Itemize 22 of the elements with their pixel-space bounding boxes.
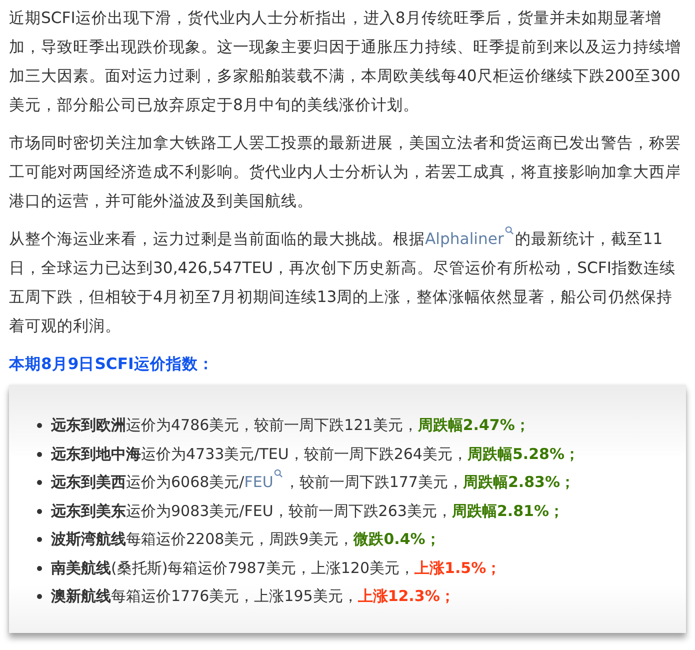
keyword-link[interactable]: FEU (244, 473, 274, 491)
paragraph: 从整个海运业来看，运力过剩是当前面临的最大挑战。根据Alphaliner 的最新统计，截至11日，全球运力已达到30,426,547TEU，再次创下历史新高。尽管运价有所松动，SCFI指数连续五周下跌，但相较于4月初至7月初期间连续13周的上涨，整体涨幅依然显著，船公司仍然保持着可观的利润。 (9, 225, 686, 341)
bullet-icon (37, 566, 42, 570)
bullet-icon (37, 537, 42, 542)
bullet-icon (37, 423, 42, 428)
route-rate-text: 澳新航线每箱运价1776美元，上涨195美元，上涨12.3%； (51, 586, 455, 607)
section-heading: 本期8月9日SCFI运价指数： (9, 354, 215, 375)
route-rate-text: 远东到美东运价为9083美元/FEU，较前一周下跌263美元，周跌幅2.81%； (51, 500, 564, 522)
paragraph: 市场同时密切关注加拿大铁路工人罢工投票的最新进展，美国立法者和货运商已发出警告，称罢工可能对两国经济造成不利影响。货代业内人士分析认为，若罢工成真，将直接影响加拿大西岸港口的运营，并可能外溢波及到美国航线。 (9, 133, 682, 212)
route-rate-text: 波斯湾航线每箱运价2208美元，周跌9美元，微跌0.4%； (51, 529, 440, 550)
keyword-link[interactable]: Alphaliner (425, 230, 504, 248)
route-rate-text: 远东到欧洲运价为4786美元，较前一周下跌121美元，周跌幅2.47%； (51, 415, 530, 436)
bullet-icon (37, 480, 42, 485)
bullet-icon (37, 594, 42, 599)
route-rate-text: 南美航线(桑托斯)每箱运价7987美元，上涨120美元，上涨1.5%； (51, 558, 502, 578)
search-icon[interactable] (274, 469, 284, 478)
route-rate-text: 远东到地中海运价为4733美元/TEU，较前一周下跌264美元，周跌幅5.28%； (51, 444, 580, 464)
search-icon[interactable] (504, 226, 514, 235)
route-rate-text: 远东到美西运价为6068美元/FEU ，较前一周下跌177美元，周跌幅2.83%； (51, 468, 576, 496)
bullet-icon (37, 508, 42, 514)
bullet-icon (37, 452, 42, 456)
paragraph: 近期SCFI运价出现下滑，货代业内人士分析指出，进入8月传统旺季后，货量并未如期显著增加，导致旺季出现跌价现象。这一现象主要归因于通胀压力持续、旺季提前到来以及运力持续增加三大因素。面对运力过剩，多家船舶装载不满，本周欧美线每40尺柜运价继续下跌200至300美元，部分船公司已放弃原定于8月中旬的美线涨价计划。 (9, 8, 682, 116)
